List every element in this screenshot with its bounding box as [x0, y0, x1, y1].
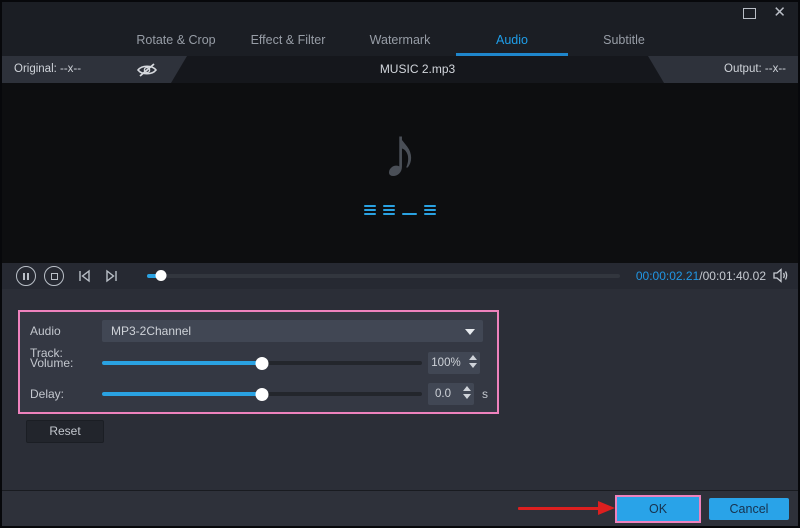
media-info-bar: Original: --x-- MUSIC 2.mp3 Output: --x-… — [2, 56, 798, 83]
delay-value: 0.0 — [435, 388, 451, 400]
ok-button-highlight: OK — [615, 495, 701, 523]
settings-area: Audio Track: MP3-2Channel Volume: 100% D… — [2, 289, 798, 490]
delay-increment-icon[interactable] — [463, 386, 471, 391]
tab-bar: Rotate & Crop Effect & Filter Watermark … — [117, 28, 683, 56]
time-display: 00:00:02.21/00:01:40.02 — [636, 263, 766, 289]
tab-subtitle[interactable]: Subtitle — [568, 28, 680, 56]
delay-decrement-icon[interactable] — [463, 394, 471, 399]
output-segment: Output: --x-- — [648, 56, 798, 83]
previous-frame-icon[interactable] — [76, 268, 92, 284]
audio-edit-dialog: ✕ Rotate & Crop Effect & Filter Watermar… — [0, 0, 800, 528]
audio-settings-panel-highlight: Audio Track: MP3-2Channel Volume: 100% D… — [18, 310, 499, 414]
original-segment: Original: --x-- — [2, 56, 187, 83]
delay-row: Delay: 0.0 s — [30, 383, 488, 405]
delay-spinner[interactable]: 0.0 — [428, 383, 474, 405]
volume-decrement-icon[interactable] — [469, 363, 477, 368]
annotation-arrow — [518, 507, 600, 510]
volume-value: 100% — [431, 357, 461, 369]
player-bar: 00:00:02.21/00:01:40.02 — [2, 263, 798, 289]
music-note-icon: ♪ — [382, 113, 418, 193]
volume-slider-thumb[interactable] — [255, 356, 269, 370]
cancel-button[interactable]: Cancel — [709, 498, 789, 520]
pause-icon[interactable] — [16, 266, 36, 286]
ok-button[interactable]: OK — [617, 497, 699, 521]
delay-slider-thumb[interactable] — [255, 387, 269, 401]
annotation-arrow-head — [598, 501, 615, 515]
equalizer-icon — [2, 203, 798, 215]
delay-slider[interactable] — [102, 387, 422, 401]
audio-track-value: MP3-2Channel — [111, 324, 192, 338]
maximize-icon[interactable] — [743, 8, 756, 19]
footer-bar: OK Cancel — [2, 490, 798, 526]
tab-rotate-crop[interactable]: Rotate & Crop — [120, 28, 232, 56]
preview-area: ♪ — [2, 83, 798, 263]
delay-label: Delay: — [30, 387, 65, 401]
audio-track-select[interactable]: MP3-2Channel — [102, 320, 483, 342]
volume-slider-fill — [102, 361, 262, 365]
total-time: 00:01:40.02 — [702, 269, 766, 283]
chevron-down-icon — [465, 329, 475, 335]
eye-off-icon[interactable] — [134, 60, 160, 79]
tab-audio[interactable]: Audio — [456, 28, 568, 56]
volume-label: Volume: — [30, 356, 74, 370]
player-buttons — [16, 266, 120, 286]
next-frame-icon[interactable] — [104, 268, 120, 284]
close-icon[interactable]: ✕ — [773, 4, 786, 22]
seek-slider[interactable] — [147, 270, 620, 281]
original-label: Original: --x-- — [14, 63, 82, 75]
tab-effect-filter[interactable]: Effect & Filter — [232, 28, 344, 56]
reset-button[interactable]: Reset — [26, 420, 104, 443]
seek-slider-thumb[interactable] — [155, 270, 167, 281]
delay-unit: s — [482, 387, 488, 401]
current-time: 00:00:02.21 — [635, 269, 700, 283]
volume-spinner[interactable]: 100% — [428, 352, 480, 374]
titlebar: ✕ Rotate & Crop Effect & Filter Watermar… — [2, 2, 798, 56]
delay-slider-fill — [102, 392, 262, 396]
volume-slider[interactable] — [102, 356, 422, 370]
volume-increment-icon[interactable] — [469, 355, 477, 360]
tab-watermark[interactable]: Watermark — [344, 28, 456, 56]
volume-icon[interactable] — [772, 268, 790, 283]
audio-track-row: Audio Track: MP3-2Channel — [30, 320, 483, 360]
volume-row: Volume: 100% — [30, 352, 483, 374]
output-label: Output: --x-- — [724, 63, 786, 75]
media-title: MUSIC 2.mp3 — [379, 62, 456, 76]
stop-icon[interactable] — [44, 266, 64, 286]
